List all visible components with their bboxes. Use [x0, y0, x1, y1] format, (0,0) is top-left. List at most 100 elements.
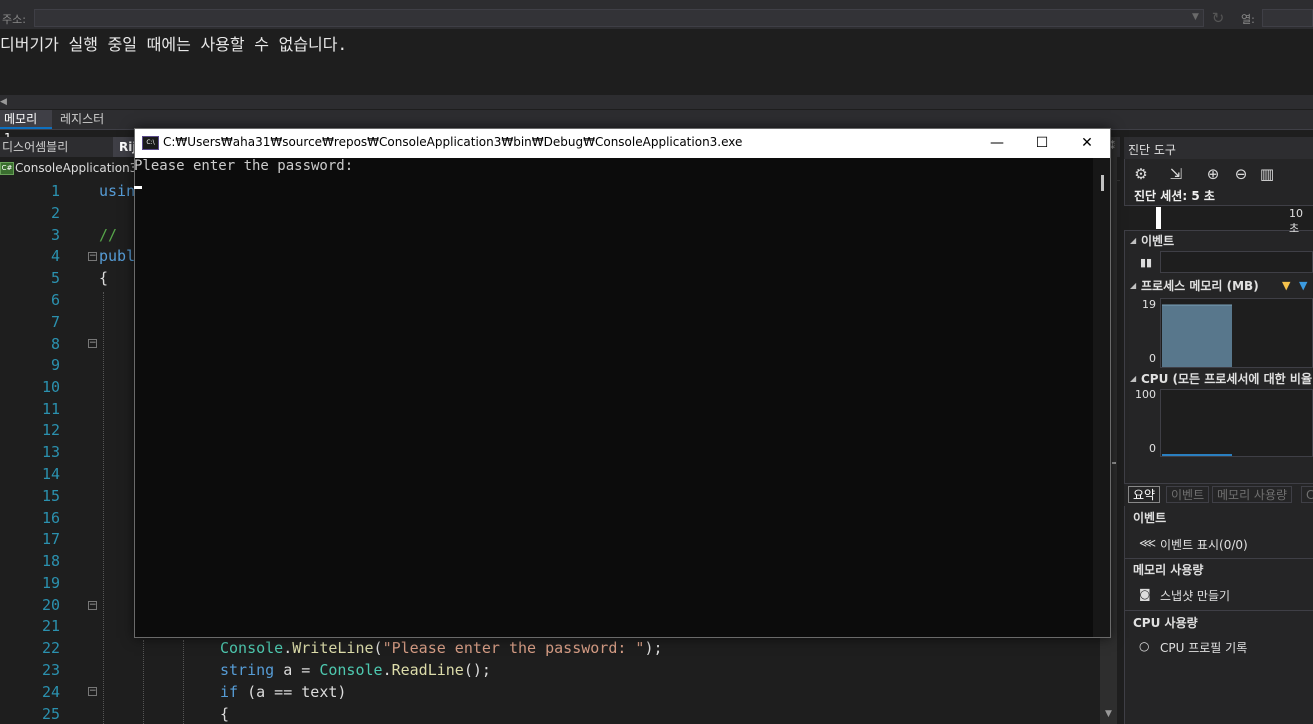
tab-registers[interactable]: 레지스터 [56, 110, 108, 129]
tab-events[interactable]: 이벤트 [1166, 486, 1210, 503]
code-line-4: publ [99, 247, 136, 265]
tab-memory-usage[interactable]: 메모리 사용량 [1212, 486, 1293, 503]
summary-memory-header: 메모리 사용량 [1133, 563, 1204, 577]
session-duration: 진단 세션: 5 초 [1134, 189, 1215, 203]
line-number: 3 [50, 226, 60, 244]
timeline-label: 10초 [1289, 207, 1303, 235]
line-number: 4 [50, 247, 60, 265]
line-number: 6 [50, 291, 60, 309]
collapse-icon[interactable]: ◢ [1130, 374, 1136, 383]
refresh-icon[interactable]: ↻ [1209, 9, 1227, 27]
gear-icon[interactable]: ⚙ [1131, 164, 1151, 184]
console-output: Please enter the password: [134, 158, 354, 174]
line-number: 18 [41, 552, 60, 570]
divider [1124, 558, 1313, 559]
events-track [1160, 251, 1313, 273]
code-line-1: usin [99, 182, 136, 200]
tab-memory-1[interactable]: 메모리 1 [0, 110, 52, 145]
close-button[interactable]: ✕ [1064, 129, 1110, 158]
scroll-left-icon[interactable]: ◀ [0, 95, 7, 109]
process-memory-header: 프로세스 메모리 (MB) [1141, 279, 1259, 293]
cpu-y-max: 100 [1135, 388, 1156, 401]
fold-toggle[interactable]: − [88, 687, 97, 696]
line-number: 12 [41, 421, 60, 439]
code-line-24: if (a == text) [220, 683, 347, 701]
fold-toggle[interactable]: − [88, 339, 97, 348]
summary-events-header: 이벤트 [1133, 511, 1167, 525]
tab-summary[interactable]: 요약 [1128, 486, 1161, 503]
reset-zoom-icon[interactable]: ▥ [1257, 164, 1277, 184]
line-number: 13 [41, 443, 60, 461]
code-line-3: // [99, 226, 127, 244]
memory-area [1162, 305, 1232, 367]
record-cpu-profile-link[interactable]: CPU 프로필 기록 [1160, 639, 1247, 656]
cpu-y-min: 0 [1149, 442, 1156, 455]
code-line-5: { [99, 269, 109, 287]
line-number: 25 [41, 705, 60, 723]
line-number: 11 [41, 400, 60, 418]
minimize-button[interactable]: — [974, 129, 1020, 158]
indent-guide [103, 292, 104, 724]
console-scroll-thumb[interactable] [1101, 175, 1104, 191]
line-number: 9 [50, 356, 60, 374]
line-number: 2 [50, 204, 60, 222]
chevron-down-icon[interactable]: ▼ [1192, 12, 1199, 22]
collapse-icon[interactable]: ◢ [1130, 281, 1136, 290]
memory-chart [1160, 298, 1313, 368]
code-line-23: string a = Console.ReadLine(); [220, 661, 491, 679]
address-input[interactable] [34, 9, 1204, 27]
cpu-header: CPU (모든 프로세서에 대한 비율 [1141, 372, 1312, 386]
console-cursor [134, 186, 142, 189]
events-icon: ⋘ [1139, 536, 1157, 550]
line-number: 15 [41, 487, 60, 505]
horizontal-scrollbar[interactable] [0, 95, 1313, 109]
column-label: 열: [1241, 13, 1255, 26]
snapshot-marker-icon: ▼ [1282, 279, 1291, 292]
line-number: 20 [41, 596, 60, 614]
memory-y-min: 0 [1149, 352, 1156, 365]
zoom-out-icon[interactable]: ⊖ [1231, 164, 1251, 184]
cpu-chart [1160, 389, 1313, 457]
code-line-22: Console.WriteLine("Please enter the pass… [220, 639, 663, 657]
collapse-icon[interactable]: ◢ [1130, 236, 1136, 245]
export-icon[interactable]: ⇲ [1166, 164, 1186, 184]
memory-y-max: 19 [1142, 298, 1156, 311]
pause-icon[interactable]: ▮▮ [1140, 256, 1152, 269]
address-label: 주소: [2, 13, 26, 26]
line-number: 21 [41, 617, 60, 635]
line-number: 1 [50, 182, 60, 200]
line-number: 8 [50, 335, 60, 353]
divider [1124, 610, 1313, 611]
line-number: 16 [41, 509, 60, 527]
summary-cpu-header: CPU 사용량 [1133, 616, 1198, 630]
zoom-in-icon[interactable]: ⊕ [1203, 164, 1223, 184]
console-app-icon: C:\ [142, 136, 159, 150]
scrollbar-marker [1112, 462, 1116, 464]
maximize-button[interactable]: ☐ [1019, 129, 1065, 158]
tab-disassembly[interactable]: 디스어셈블리 [0, 137, 70, 157]
memory-tabs [0, 110, 1313, 130]
tab-cpu[interactable]: C [1301, 486, 1313, 503]
show-events-link[interactable]: 이벤트 표시(0/0) [1160, 536, 1248, 553]
console-window[interactable] [134, 128, 1111, 638]
project-dropdown[interactable]: ConsoleApplication3 [15, 161, 137, 175]
diagnostics-title: 진단 도구 [1128, 143, 1176, 157]
indent-guide [183, 640, 184, 724]
cpu-chart-svg [1162, 454, 1232, 456]
console-title: C:₩Users₩aha31₩source₩repos₩ConsoleAppli… [163, 135, 743, 149]
line-number: 5 [50, 269, 60, 287]
timeline-cursor[interactable] [1156, 207, 1161, 229]
line-number: 7 [50, 313, 60, 331]
take-snapshot-link[interactable]: 스냅샷 만들기 [1160, 587, 1230, 604]
line-number: 10 [41, 378, 60, 396]
timeline-ruler[interactable] [1124, 205, 1313, 231]
column-input[interactable] [1262, 9, 1313, 27]
fold-toggle[interactable]: − [88, 252, 97, 261]
fold-toggle[interactable]: − [88, 601, 97, 610]
indent-guide [143, 640, 144, 724]
line-number: 22 [41, 639, 60, 657]
gc-marker-icon: ▼ [1299, 279, 1308, 292]
console-vertical-scrollbar[interactable] [1093, 158, 1110, 637]
scroll-down-icon[interactable]: ▼ [1100, 709, 1117, 723]
code-line-25: { [220, 705, 230, 723]
